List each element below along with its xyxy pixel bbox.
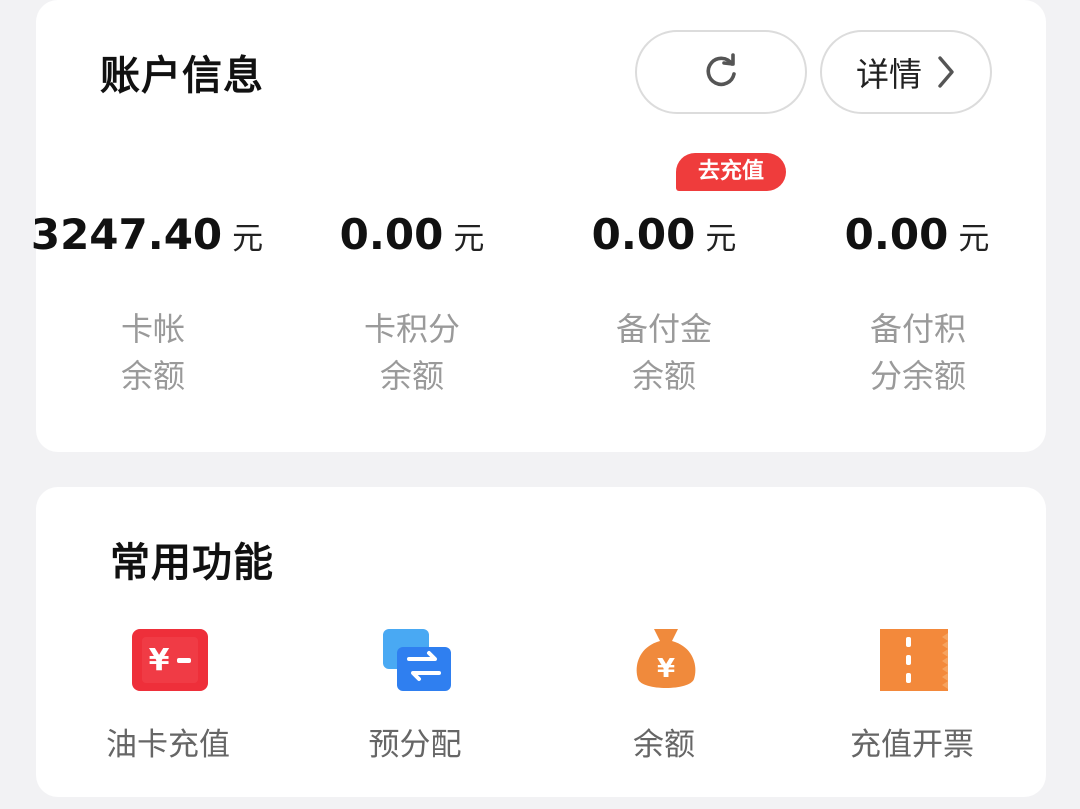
feature-label: 余额	[633, 727, 695, 763]
reserve-points-label: 备付积 分余额	[818, 306, 1018, 400]
amount-unit: 元	[958, 221, 990, 257]
label-line: 卡帐	[120, 310, 185, 348]
amount-value: 0.00	[339, 210, 444, 259]
label-line: 分余额	[869, 357, 966, 395]
svg-text:¥: ¥	[149, 643, 170, 678]
card-balance-amount: 3247.40 元	[27, 210, 267, 259]
ticket-icon	[880, 629, 948, 691]
account-info-title: 账户信息	[100, 53, 264, 99]
feature-label: 油卡充值	[106, 727, 230, 763]
fuel-card-recharge-button[interactable]: ¥ 油卡充值	[68, 627, 268, 767]
feature-label: 预分配	[368, 727, 462, 763]
pre-allocation-button[interactable]: 预分配	[315, 627, 515, 767]
amount-unit: 元	[705, 221, 737, 257]
label-line: 备付金	[615, 310, 712, 348]
label-line: 余额	[379, 357, 444, 395]
transfer-arrows-icon	[383, 629, 451, 691]
money-bag-icon: ¥	[636, 629, 696, 688]
label-line: 卡积分	[363, 310, 460, 348]
reserve-fund-label: 备付金 余额	[564, 306, 764, 400]
amount-value: 0.00	[591, 210, 696, 259]
amount-unit: 元	[453, 221, 485, 257]
common-features-title: 常用功能	[110, 540, 274, 586]
refresh-button[interactable]	[635, 30, 807, 114]
feature-label: 充值开票	[850, 727, 974, 763]
recharge-badge[interactable]: 去充值	[676, 153, 786, 191]
reserve-points-amount: 0.00 元	[797, 210, 1037, 259]
amount-value: 0.00	[844, 210, 949, 259]
svg-text:¥: ¥	[657, 654, 675, 684]
balance-button[interactable]: ¥ 余额	[564, 627, 764, 767]
label-line: 备付积	[869, 310, 966, 348]
card-points-amount: 0.00 元	[292, 210, 532, 259]
refresh-icon	[706, 53, 736, 87]
card-points-label: 卡积分 余额	[312, 306, 512, 400]
amount-unit: 元	[232, 221, 264, 257]
label-line: 余额	[631, 357, 696, 395]
recharge-invoice-button[interactable]: 充值开票	[812, 627, 1012, 767]
yuan-minus-card-icon: ¥	[132, 629, 208, 691]
reserve-fund-amount: 0.00 元	[544, 210, 784, 259]
card-balance-label: 卡帐 余额	[53, 306, 253, 400]
label-line: 余额	[120, 357, 185, 395]
account-info-card: 账户信息 详情 去充值 3247.40 元 卡帐 余额 0.00 元 卡积分 余额 …	[31, 0, 1046, 452]
detail-label: 详情	[856, 55, 922, 94]
detail-button[interactable]: 详情	[820, 30, 992, 114]
amount-value: 3247.40	[30, 210, 223, 259]
chevron-right-icon	[938, 56, 954, 88]
